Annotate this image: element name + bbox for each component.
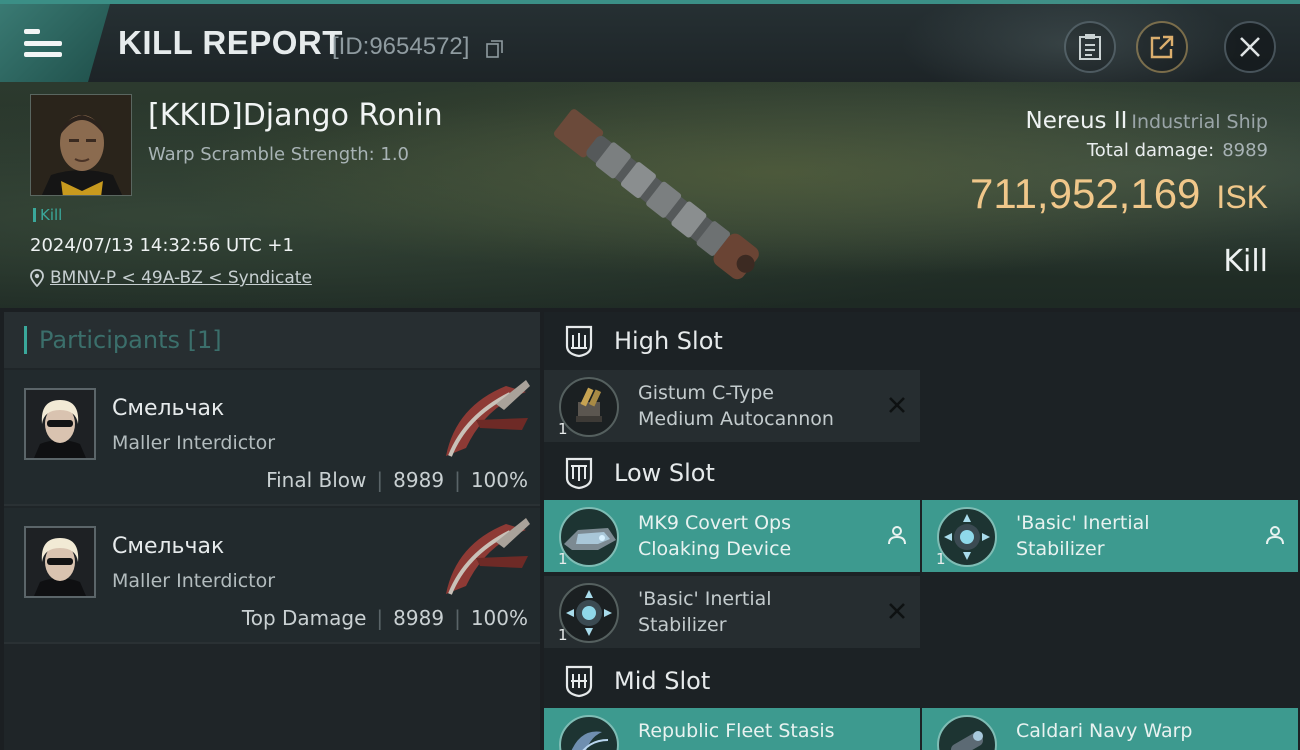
module-name: Republic Fleet Stasis	[638, 718, 835, 744]
module-item[interactable]: 1 'Basic' Inertial Stabilizer	[544, 576, 920, 648]
module-name-line: MK9 Covert Ops	[638, 512, 792, 534]
module-quantity: 1	[558, 626, 568, 644]
participant-percent: 100%	[470, 606, 528, 630]
participant-stats: Final Blow | 8989 | 100%	[266, 468, 528, 492]
high-slot-icon	[565, 325, 593, 358]
fitting-panel: High Slot 1 Gistum C-Type Medium Autocan…	[544, 312, 1300, 750]
module-item[interactable]: Caldari Navy Warp	[922, 708, 1298, 750]
module-name-line: Republic Fleet Stasis	[638, 720, 835, 742]
participant-row[interactable]: Смельчак Maller Interdictor Top Damage |…	[4, 508, 540, 644]
location-link[interactable]: BMNV-P < 49A-BZ < Syndicate	[50, 268, 312, 288]
module-name-line: 'Basic' Inertial	[1016, 512, 1150, 534]
victim-portrait[interactable]	[30, 94, 132, 196]
participant-role: Top Damage	[241, 606, 367, 630]
divider: |	[376, 468, 384, 492]
kill-timestamp: 2024/07/13 14:32:56 UTC +1	[30, 235, 294, 256]
module-name: Gistum C-Type Medium Autocannon	[638, 380, 834, 432]
person-icon	[1266, 526, 1284, 545]
participant-row[interactable]: Смельчак Maller Interdictor Final Blow |…	[4, 370, 540, 506]
module-name: 'Basic' Inertial Stabilizer	[638, 586, 772, 638]
copy-icon[interactable]	[486, 40, 504, 58]
warp-disruptor-icon	[937, 715, 997, 750]
participant-ship: Maller Interdictor	[112, 570, 276, 592]
menu-button[interactable]	[0, 4, 110, 82]
high-slot-header: High Slot	[544, 312, 1300, 370]
module-name: MK9 Covert Ops Cloaking Device	[638, 510, 791, 562]
participant-role: Final Blow	[266, 468, 367, 492]
module-name-line: Stabilizer	[1016, 538, 1105, 560]
kill-result: Kill	[1223, 244, 1268, 279]
mid-slot-title: Mid Slot	[614, 667, 711, 695]
victim-ship-image[interactable]	[520, 88, 790, 298]
participant-ship: Maller Interdictor	[112, 432, 276, 454]
isk-value-row: 711,952,169 ISK	[970, 170, 1268, 218]
destroyed-x-icon	[889, 603, 905, 619]
divider: |	[454, 606, 461, 630]
divider: |	[454, 468, 461, 492]
close-button[interactable]	[1224, 21, 1276, 73]
clipboard-icon	[1079, 34, 1101, 60]
isk-value: 711,952,169	[969, 170, 1201, 217]
participant-stats: Top Damage | 8989 | 100%	[242, 606, 528, 630]
mid-slot-icon	[565, 665, 593, 698]
module-name-line: 'Basic' Inertial	[638, 588, 772, 610]
participant-ship-image[interactable]	[436, 376, 536, 466]
low-slot-header: Low Slot	[544, 444, 1300, 502]
module-quantity: 1	[936, 550, 946, 568]
close-icon	[1240, 37, 1260, 57]
kill-tag: Kill	[33, 206, 62, 224]
victim-ship-name[interactable]: Nereus II	[1026, 108, 1128, 134]
participant-portrait[interactable]	[24, 526, 96, 598]
participant-percent: 100%	[470, 468, 528, 492]
victim-name[interactable]: [KKID]Django Ronin	[148, 98, 443, 133]
participant-damage: 8989	[393, 468, 445, 492]
victim-banner: [KKID]Django Ronin Warp Scramble Strengt…	[0, 82, 1300, 308]
total-damage-value: 8989	[1222, 140, 1268, 161]
participants-header[interactable]: Participants [1]	[4, 312, 540, 368]
share-icon	[1150, 35, 1174, 59]
destroyed-x-icon	[889, 397, 905, 413]
top-bar: KILL REPORT [ID:9654572]	[0, 0, 1300, 104]
participant-ship-image[interactable]	[436, 514, 536, 604]
module-name-line: Caldari Navy Warp	[1016, 720, 1193, 742]
victim-ship-class: Industrial Ship	[1131, 111, 1268, 133]
total-damage-label: Total damage:	[1086, 140, 1215, 161]
clipboard-button[interactable]	[1064, 21, 1116, 73]
isk-unit: ISK	[1216, 179, 1268, 215]
location-pin-icon	[30, 269, 44, 287]
module-item[interactable]: 1 MK9 Covert Ops Cloaking Device	[544, 500, 920, 572]
module-name-line: Cloaking Device	[638, 538, 792, 560]
kill-location[interactable]: BMNV-P < 49A-BZ < Syndicate	[30, 268, 312, 288]
report-id: [ID:9654572]	[332, 33, 470, 60]
module-name: 'Basic' Inertial Stabilizer	[1016, 510, 1150, 562]
total-damage: Total damage: 8989	[1087, 140, 1268, 161]
module-name: Caldari Navy Warp	[1016, 718, 1193, 744]
module-item[interactable]: 1 'Basic' Inertial Stabilizer	[922, 500, 1298, 572]
module-quantity: 1	[558, 420, 568, 438]
participants-panel: Participants [1] Смельчак Maller Interdi…	[4, 312, 540, 750]
low-slot-icon	[565, 457, 593, 490]
participant-name[interactable]: Смельчак	[112, 534, 224, 559]
participant-portrait[interactable]	[24, 388, 96, 460]
module-item[interactable]: Republic Fleet Stasis	[544, 708, 920, 750]
share-button[interactable]	[1136, 21, 1188, 73]
participant-name[interactable]: Смельчак	[112, 396, 224, 421]
module-name-line: Medium Autocannon	[638, 408, 834, 430]
low-slot-title: Low Slot	[614, 459, 715, 487]
stasis-webifier-icon	[559, 715, 619, 750]
module-item[interactable]: 1 Gistum C-Type Medium Autocannon	[544, 370, 920, 442]
module-name-line: Stabilizer	[638, 614, 727, 636]
victim-ship-info: Nereus II Industrial Ship	[1026, 108, 1269, 134]
module-name-line: Gistum C-Type	[638, 382, 774, 404]
person-icon	[888, 526, 906, 545]
participant-damage: 8989	[393, 606, 445, 630]
warp-scramble-strength: Warp Scramble Strength: 1.0	[148, 144, 410, 165]
divider: |	[376, 606, 384, 630]
mid-slot-header: Mid Slot	[544, 652, 1300, 710]
page-title: KILL REPORT	[118, 24, 343, 61]
high-slot-title: High Slot	[614, 327, 723, 355]
hamburger-menu-icon	[24, 29, 62, 57]
module-quantity: 1	[558, 550, 568, 568]
